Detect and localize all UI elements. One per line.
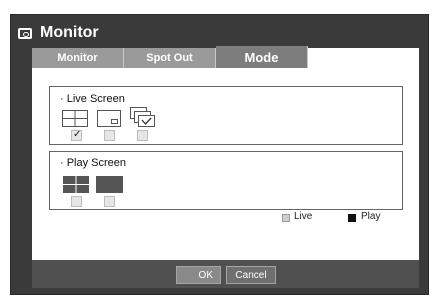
single-filled-icon[interactable] <box>96 176 123 193</box>
legend-play-swatch <box>348 214 356 222</box>
ok-button[interactable]: OK <box>176 266 221 284</box>
monitor-icon <box>18 27 32 39</box>
play-single-checkbox[interactable] <box>104 196 115 207</box>
sequence-icon[interactable] <box>129 106 157 130</box>
dialog-titlebar: Monitor <box>18 22 99 44</box>
legend-play-label: Play <box>361 211 381 222</box>
quad-split-filled-icon[interactable] <box>63 176 89 193</box>
live-sequence-checkbox[interactable] <box>137 130 148 141</box>
pip-icon[interactable] <box>97 110 121 127</box>
live-pip-checkbox[interactable] <box>104 130 115 141</box>
cancel-button[interactable]: Cancel <box>226 266 276 284</box>
tab-monitor[interactable]: Monitor <box>32 48 124 68</box>
legend-live-label: Live <box>294 211 313 222</box>
tab-mode[interactable]: Mode <box>216 46 308 68</box>
legend-live-swatch <box>282 214 290 222</box>
live-quad-checkbox[interactable] <box>71 129 82 141</box>
play-screen-title: · Play Screen <box>60 157 127 169</box>
dialog-title: Monitor <box>40 24 99 41</box>
live-screen-title: · Live Screen <box>60 93 125 105</box>
quad-split-icon[interactable] <box>62 110 88 127</box>
tab-spot-out[interactable]: Spot Out <box>124 48 216 68</box>
play-quad-checkbox[interactable] <box>71 196 82 207</box>
tab-bar: Monitor Spot Out Mode <box>32 46 308 68</box>
